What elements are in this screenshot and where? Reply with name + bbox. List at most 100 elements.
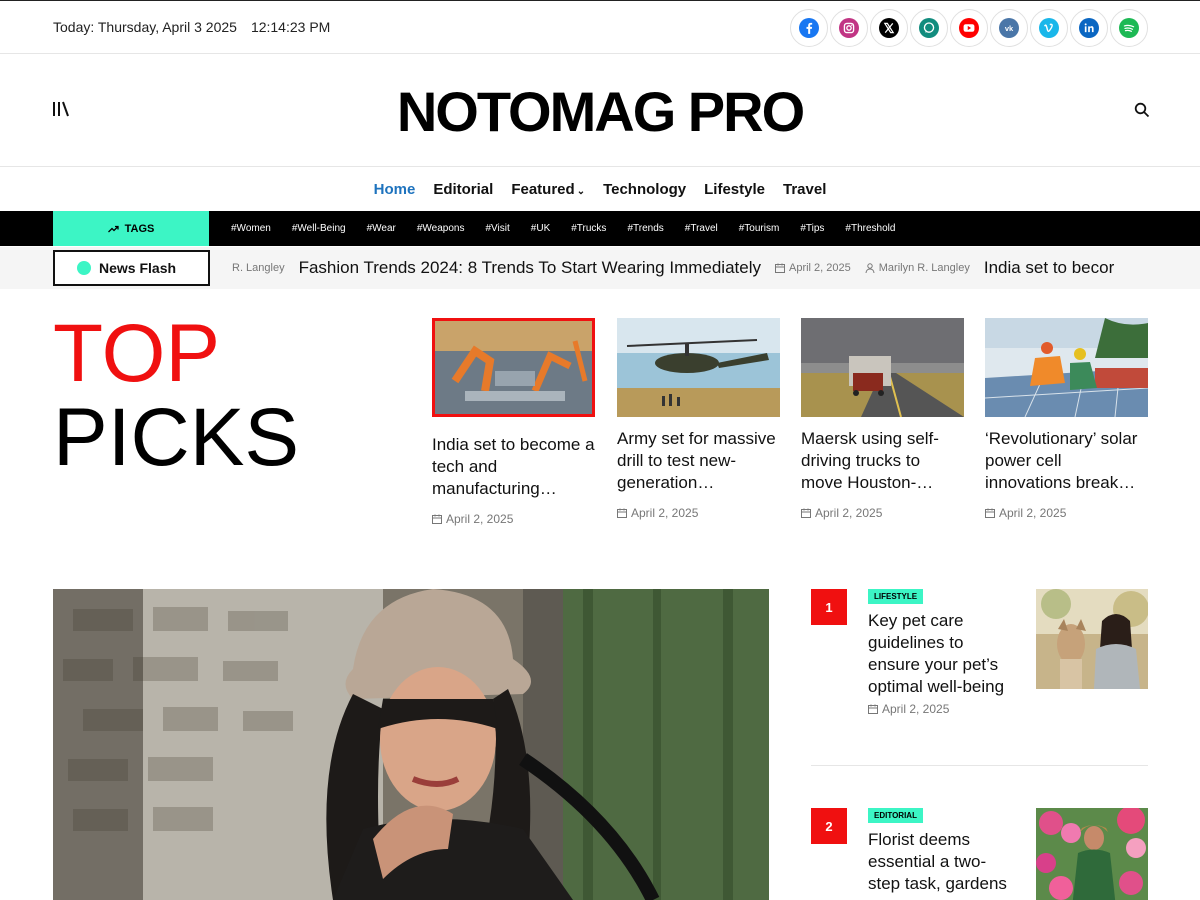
top-pick-card: ‘Revolutionary’ solar power cell innovat… <box>985 318 1148 520</box>
side-item-title[interactable]: Florist deems essential a two-step task,… <box>868 829 1018 895</box>
pick-thumbnail-solar[interactable] <box>985 318 1148 417</box>
helicopter-image <box>617 318 780 417</box>
tag-link[interactable]: #Threshold <box>845 223 895 234</box>
spotify-icon <box>1119 18 1139 38</box>
search-icon[interactable] <box>1134 102 1150 118</box>
site-header: NOTOMAG PRO <box>0 55 1200 167</box>
tag-link[interactable]: #Trucks <box>571 223 606 234</box>
vimeo-link[interactable] <box>1030 9 1068 47</box>
pick-date: April 2, 2025 <box>801 506 964 520</box>
date-text: Today: Thursday, April 3 2025 <box>53 19 237 35</box>
news-flash-bar: News Flash R. Langley Fashion Trends 202… <box>0 247 1200 289</box>
tags-list: #Women #Well-Being #Wear #Weapons #Visit… <box>231 211 895 246</box>
calendar-icon <box>985 508 995 518</box>
top-pick-card: Maersk using self-driving trucks to move… <box>801 318 964 520</box>
side-item-title[interactable]: Key pet care guidelines to ensure your p… <box>868 610 1018 698</box>
youtube-icon <box>959 18 979 38</box>
nav-item-home[interactable]: Home <box>374 181 416 198</box>
x-link[interactable] <box>870 9 908 47</box>
rank-badge: 1 <box>811 589 847 625</box>
facebook-icon <box>799 18 819 38</box>
spotify-link[interactable] <box>1110 9 1148 47</box>
pick-date: April 2, 2025 <box>432 512 595 526</box>
nav-item-lifestyle[interactable]: Lifestyle <box>704 181 765 198</box>
calendar-icon <box>774 263 785 273</box>
whatsapp-icon <box>919 18 939 38</box>
nav-item-travel[interactable]: Travel <box>783 181 826 198</box>
pick-title[interactable]: Maersk using self-driving trucks to move… <box>801 428 964 494</box>
top-picks-title: TOP PICKS <box>53 312 299 480</box>
side-list-divider <box>811 765 1148 766</box>
woman-with-dog-image <box>1036 589 1148 689</box>
ticker-headline[interactable]: India set to becor <box>984 258 1114 278</box>
factory-image <box>435 321 592 414</box>
side-item-thumbnail[interactable] <box>1036 808 1148 900</box>
linkedin-link[interactable] <box>1070 9 1108 47</box>
pick-date: April 2, 2025 <box>985 506 1148 520</box>
category-badge[interactable]: LIFESTYLE <box>868 589 924 604</box>
instagram-link[interactable] <box>830 9 868 47</box>
category-badge[interactable]: EDITORIAL <box>868 808 923 823</box>
tag-link[interactable]: #Travel <box>685 223 718 234</box>
tag-link[interactable]: #Tips <box>800 223 824 234</box>
tag-link[interactable]: #Tourism <box>739 223 780 234</box>
top-bar: Today: Thursday, April 3 2025 12:14:23 PM… <box>0 0 1200 54</box>
top-picks-title-line1: TOP <box>53 308 221 399</box>
ticker-author: Marilyn R. Langley <box>865 262 970 274</box>
tags-label-text: TAGS <box>124 222 155 235</box>
main-nav: Home Editorial Featured ⌄ Technology Life… <box>0 168 1200 210</box>
pick-thumbnail-factory[interactable] <box>432 318 595 417</box>
chevron-down-icon: ⌄ <box>576 185 586 197</box>
user-icon <box>865 263 875 273</box>
tag-link[interactable]: #UK <box>531 223 550 234</box>
solar-image <box>985 318 1148 417</box>
x-icon <box>879 18 899 38</box>
svg-text:vk: vk <box>1005 24 1014 33</box>
pick-title[interactable]: India set to become a tech and manufactu… <box>432 434 595 500</box>
calendar-icon <box>801 508 811 518</box>
top-pick-card: Army set for massive drill to test new-g… <box>617 318 780 520</box>
calendar-icon <box>868 704 878 714</box>
florist-in-garden-image <box>1036 808 1148 900</box>
pick-date: April 2, 2025 <box>617 506 780 520</box>
time-text: 12:14:23 PM <box>250 19 331 35</box>
tag-link[interactable]: #Trends <box>627 223 663 234</box>
nav-item-featured[interactable]: Featured ⌄ <box>511 181 585 198</box>
live-dot-icon <box>77 261 91 275</box>
tag-link[interactable]: #Well-Being <box>292 223 346 234</box>
top-picks-title-line2: PICKS <box>53 392 300 483</box>
side-item-date: April 2, 2025 <box>868 702 949 716</box>
tag-link[interactable]: #Visit <box>486 223 510 234</box>
social-links: vk <box>790 9 1148 47</box>
facebook-link[interactable] <box>790 9 828 47</box>
linkedin-icon <box>1079 18 1099 38</box>
pick-thumbnail-truck[interactable] <box>801 318 964 417</box>
youtube-link[interactable] <box>950 9 988 47</box>
calendar-icon <box>432 514 442 524</box>
pick-title[interactable]: Army set for massive drill to test new-g… <box>617 428 780 494</box>
woman-in-bucket-hat-image <box>53 589 769 900</box>
pick-title[interactable]: ‘Revolutionary’ solar power cell innovat… <box>985 428 1148 494</box>
nav-item-technology[interactable]: Technology <box>603 181 686 198</box>
truck-image <box>801 318 964 417</box>
ticker-author: R. Langley <box>232 262 285 274</box>
news-ticker: R. Langley Fashion Trends 2024: 8 Trends… <box>232 247 1148 289</box>
side-item-thumbnail[interactable] <box>1036 589 1148 689</box>
current-date: Today: Thursday, April 3 2025 12:14:23 PM <box>53 19 330 35</box>
tags-label: TAGS <box>53 211 209 246</box>
nav-item-editorial[interactable]: Editorial <box>433 181 493 198</box>
tag-link[interactable]: #Wear <box>367 223 396 234</box>
pick-thumbnail-helicopter[interactable] <box>617 318 780 417</box>
site-logo[interactable]: NOTOMAG PRO <box>0 79 1200 144</box>
tag-link[interactable]: #Women <box>231 223 271 234</box>
pick-date-text: April 2, 2025 <box>631 506 699 520</box>
ticker-headline[interactable]: Fashion Trends 2024: 8 Trends To Start W… <box>299 258 761 278</box>
featured-article-image[interactable] <box>53 589 769 900</box>
whatsapp-link[interactable] <box>910 9 948 47</box>
side-item-date-text: April 2, 2025 <box>882 702 950 716</box>
vk-link[interactable]: vk <box>990 9 1028 47</box>
vk-icon: vk <box>999 18 1019 38</box>
ticker-author-text: Marilyn R. Langley <box>878 262 970 274</box>
tag-link[interactable]: #Weapons <box>417 223 465 234</box>
ticker-date-text: April 2, 2025 <box>788 262 851 274</box>
